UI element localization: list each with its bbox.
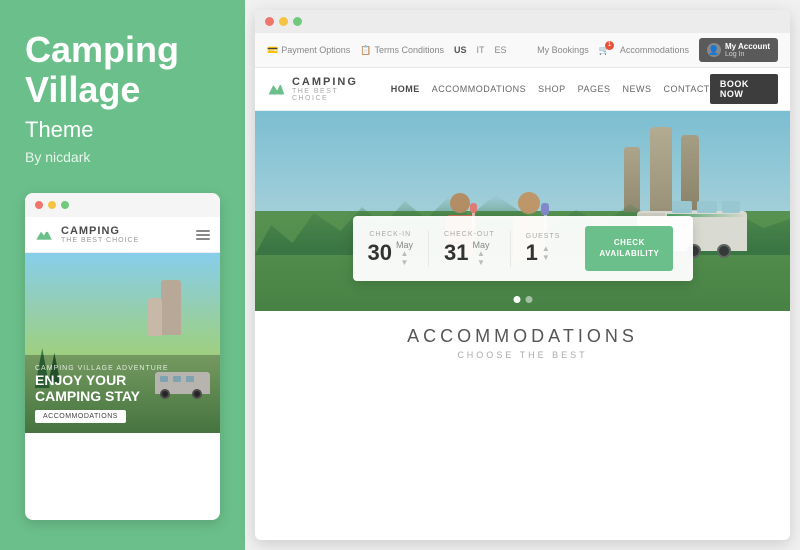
accommodations-section: ACCOMMODATIONS CHOOSE THE BEST xyxy=(255,311,790,370)
booking-widget: CHECK-IN 30 May ▲ ▼ CHECK-OUT xyxy=(353,216,693,281)
payment-options-label: Payment Options xyxy=(281,45,350,55)
checkin-day: 30 xyxy=(368,242,392,264)
mockup-hero-title: ENJOY YOUR CAMPING STAY xyxy=(35,372,210,406)
mockup-logo-wrap: CAMPING THE BEST CHOICE xyxy=(61,225,139,244)
left-panel: Camping Village Theme By nicdark CAMPING… xyxy=(0,0,245,550)
theme-title: Camping Village xyxy=(25,30,220,109)
nav-items: HOME ACCOMMODATIONS SHOP PAGES NEWS CONT… xyxy=(391,84,710,94)
terms-conditions-item[interactable]: 📋 Terms Conditions xyxy=(360,45,444,56)
mockup-hamburger-icon[interactable] xyxy=(196,230,210,240)
nav-item-shop[interactable]: SHOP xyxy=(538,84,566,94)
my-bookings-link[interactable]: My Bookings xyxy=(537,45,589,55)
my-account-button[interactable]: 👤 My Account Log In xyxy=(699,38,778,62)
browser-window: 💳 Payment Options 📋 Terms Conditions US … xyxy=(255,10,790,540)
mockup-logo-sub: THE BEST CHOICE xyxy=(61,237,139,244)
mockup-mountain-icon xyxy=(35,226,53,244)
lang-it[interactable]: IT xyxy=(477,45,485,55)
lang-es[interactable]: ES xyxy=(495,45,507,55)
mockup-logo-text: CAMPING xyxy=(61,225,139,237)
utility-right: My Bookings 🛒 1 Accommodations 👤 My Acco… xyxy=(537,38,778,62)
guests-arrows[interactable]: ▲ ▼ xyxy=(542,245,550,262)
nav-item-pages[interactable]: PAGES xyxy=(578,84,611,94)
mockup-nav: CAMPING THE BEST CHOICE xyxy=(25,217,220,253)
main-nav: CAMPING THE BEST CHOICE HOME ACCOMMODATI… xyxy=(255,68,790,111)
nav-item-news[interactable]: NEWS xyxy=(622,84,651,94)
dot-green xyxy=(61,201,69,209)
book-now-button[interactable]: BOOK NOW xyxy=(710,74,778,104)
mockup-hero-button[interactable]: ACCOMMODATIONS xyxy=(35,410,126,423)
nav-logo-text-wrap: CAMPING THE BEST CHOICE xyxy=(292,76,366,102)
utility-left: 💳 Payment Options 📋 Terms Conditions US … xyxy=(267,45,507,56)
nav-item-contact[interactable]: CONTACT xyxy=(663,84,709,94)
check-availability-button[interactable]: CHECK AVAILABILITY xyxy=(585,226,673,271)
checkout-label: CHECK-OUT xyxy=(444,231,495,238)
cart-badge: 1 xyxy=(605,41,614,50)
cart-icon-wrap[interactable]: 🛒 1 xyxy=(599,45,610,56)
account-sub-label: Log In xyxy=(725,51,770,58)
theme-subtitle: Theme xyxy=(25,117,220,143)
mockup-hero-small-text: CAMPING VILLAGE ADVENTURE xyxy=(35,365,210,372)
browser-dot-yellow[interactable] xyxy=(279,17,288,26)
guests-value: 1 xyxy=(526,242,538,264)
nav-item-home[interactable]: HOME xyxy=(391,84,420,94)
nav-logo: CAMPING THE BEST CHOICE xyxy=(267,76,366,102)
guests-label: GUESTS xyxy=(526,233,561,240)
checkout-field: CHECK-OUT 31 May ▲ ▼ xyxy=(429,231,511,267)
checkin-label: CHECK-IN xyxy=(368,231,414,238)
nav-mountain-icon xyxy=(267,78,286,100)
lang-us[interactable]: US xyxy=(454,45,467,55)
account-avatar: 👤 xyxy=(707,43,721,57)
photo-overlay xyxy=(255,111,790,311)
theme-author: By nicdark xyxy=(25,149,220,165)
right-panel: 💳 Payment Options 📋 Terms Conditions US … xyxy=(245,0,800,550)
mockup-titlebar xyxy=(25,193,220,217)
accommodations-subtitle: CHOOSE THE BEST xyxy=(275,350,770,360)
mockup-hero-overlay: CAMPING VILLAGE ADVENTURE ENJOY YOUR CAM… xyxy=(25,355,220,434)
payment-icon: 💳 xyxy=(267,45,278,56)
nav-logo-main-text: CAMPING xyxy=(292,76,366,88)
terms-icon: 📋 xyxy=(360,45,371,56)
checkin-field: CHECK-IN 30 May ▲ ▼ xyxy=(368,231,430,267)
nav-logo-sub-text: THE BEST CHOICE xyxy=(292,88,366,102)
accommodations-title: ACCOMMODATIONS xyxy=(275,326,770,347)
browser-chrome xyxy=(255,10,790,33)
dot-yellow xyxy=(48,201,56,209)
hero-image-area xyxy=(255,111,790,311)
carousel-dots xyxy=(513,296,532,303)
guests-field: GUESTS 1 ▲ ▼ xyxy=(511,233,576,264)
account-label: My Account xyxy=(725,42,770,51)
browser-dot-red[interactable] xyxy=(265,17,274,26)
mobile-mockup: CAMPING THE BEST CHOICE xyxy=(25,193,220,520)
checkin-arrows[interactable]: ▲ ▼ xyxy=(396,250,413,267)
carousel-dot-2[interactable] xyxy=(525,296,532,303)
utility-bar: 💳 Payment Options 📋 Terms Conditions US … xyxy=(255,33,790,68)
hero-section: CHECK-IN 30 May ▲ ▼ CHECK-OUT xyxy=(255,111,790,311)
checkout-arrows[interactable]: ▲ ▼ xyxy=(472,250,489,267)
carousel-dot-1[interactable] xyxy=(513,296,520,303)
dot-red xyxy=(35,201,43,209)
payment-options-item[interactable]: 💳 Payment Options xyxy=(267,45,350,56)
accommodations-utility-link[interactable]: Accommodations xyxy=(620,45,689,55)
mockup-hero: CAMPING VILLAGE ADVENTURE ENJOY YOUR CAM… xyxy=(25,253,220,433)
nav-item-accommodations[interactable]: ACCOMMODATIONS xyxy=(432,84,526,94)
terms-conditions-label: Terms Conditions xyxy=(374,45,444,55)
checkout-day: 31 xyxy=(444,242,468,264)
browser-dot-green[interactable] xyxy=(293,17,302,26)
